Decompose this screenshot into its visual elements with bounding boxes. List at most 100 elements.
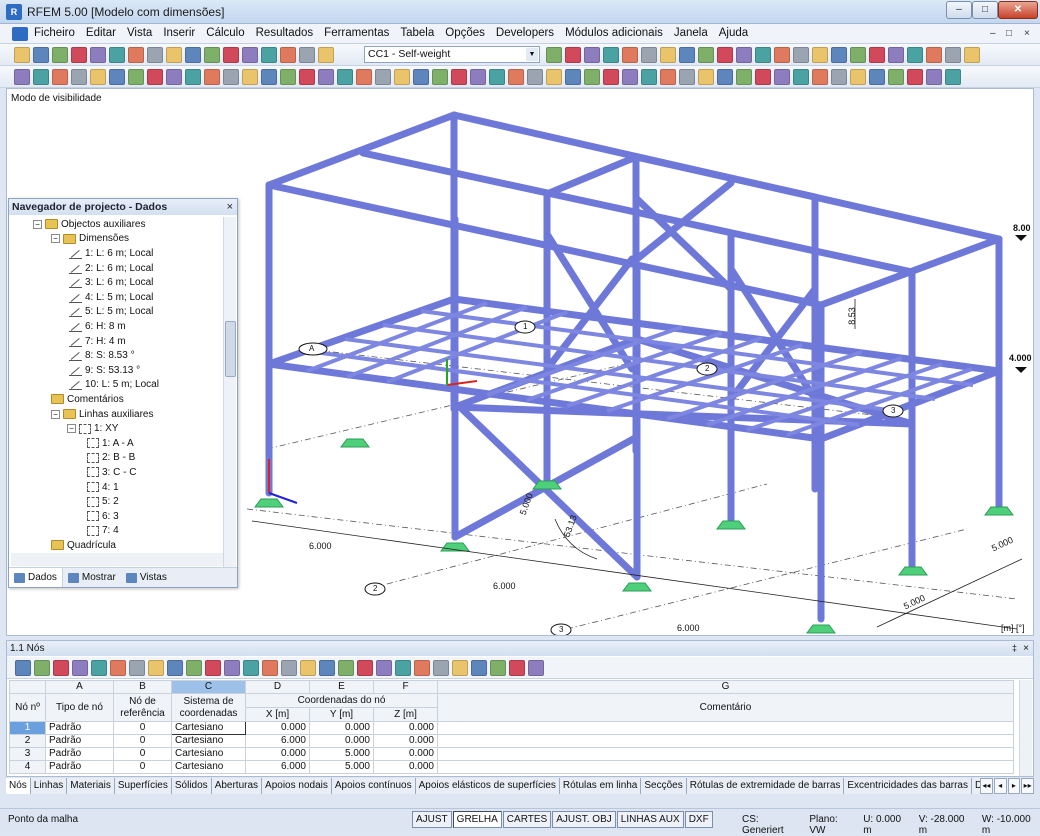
coordinate-system-cell[interactable]: Cartesiano [171,734,246,748]
row-number-cell[interactable]: 4 [9,760,46,774]
toolbar-tool-icon[interactable] [793,47,809,63]
chevron-down-icon[interactable]: ▼ [526,48,538,61]
table-row[interactable]: 2 Padrão 0 Cartesiano 6.000 0.000 0.000 [9,734,1014,748]
menu-item-12[interactable]: Ajuda [719,27,748,39]
toolbar-tool-icon[interactable] [204,69,220,85]
tree-item[interactable]: − Objectos auxiliares [33,217,145,232]
comment-cell[interactable] [437,734,1014,748]
first-sheet-button[interactable]: ◂◂ [980,778,993,794]
tab-mostrar[interactable]: Mostrar [63,568,121,587]
toolbar-tool-icon[interactable] [261,47,277,63]
toolbar-tool-icon[interactable] [812,47,828,63]
toolbar-tool-icon[interactable] [755,47,771,63]
toolbar-tool-icon[interactable] [338,660,354,676]
toolbar-tool-icon[interactable] [565,47,581,63]
toolbar-tool-icon[interactable] [433,660,449,676]
toolbar-tool-icon[interactable] [869,69,885,85]
reference-node-cell[interactable]: 0 [113,760,172,774]
toolbar-tool-icon[interactable] [52,47,68,63]
z-coordinate-cell[interactable]: 0.000 [373,734,438,748]
toolbar-tool-icon[interactable] [14,47,30,63]
toolbar-tool-icon[interactable] [243,660,259,676]
toolbar-tool-icon[interactable] [34,660,50,676]
toolbar-tool-icon[interactable] [185,69,201,85]
toolbar-tool-icon[interactable] [679,47,695,63]
x-coordinate-cell[interactable]: 0.000 [245,721,310,735]
toolbar-tool-icon[interactable] [15,660,31,676]
navigator-close-button[interactable]: × [227,199,233,215]
row-number-cell[interactable]: 2 [9,734,46,748]
toolbar-tool-icon[interactable] [223,69,239,85]
x-coordinate-cell[interactable]: 6.000 [245,734,310,748]
tree-item[interactable]: 7: H: 4 m [69,334,126,349]
toolbar-tool-icon[interactable] [641,47,657,63]
column-letter[interactable]: G [437,680,1014,694]
doc-minimize-button[interactable]: – [990,28,996,39]
tree-item[interactable]: Quadrícula [51,538,116,553]
toolbar-tool-icon[interactable] [90,47,106,63]
toolbar-tool-icon[interactable] [869,47,885,63]
collapse-icon[interactable]: − [67,424,76,434]
toolbar-tool-icon[interactable] [926,47,942,63]
toolbar-tool-icon[interactable] [603,47,619,63]
sheet-tab[interactable]: Secções [641,778,687,794]
toolbar-tool-icon[interactable] [508,69,524,85]
toolbar-tool-icon[interactable] [831,69,847,85]
toolbar-tool-icon[interactable] [584,69,600,85]
y-coordinate-cell[interactable]: 5.000 [309,747,374,761]
toolbar-tool-icon[interactable] [432,69,448,85]
tree-item[interactable]: − Dimensões [51,232,129,247]
toolbar-tool-icon[interactable] [698,47,714,63]
toolbar-tool-icon[interactable] [318,69,334,85]
toolbar-tool-icon[interactable] [72,660,88,676]
column-letter[interactable]: C [171,680,246,694]
tree-item[interactable]: 9: S: 53.13 ° [69,363,140,378]
toolbar-tool-icon[interactable] [888,47,904,63]
toolbar-tool-icon[interactable] [52,69,68,85]
menu-item-6[interactable]: Ferramentas [324,27,389,39]
toolbar-tool-icon[interactable] [109,69,125,85]
toolbar-tool-icon[interactable] [224,660,240,676]
toolbar-tool-icon[interactable] [528,660,544,676]
toolbar-tool-icon[interactable] [166,69,182,85]
toolbar-tool-icon[interactable] [565,69,581,85]
sheet-tab[interactable]: Superfícies [115,778,172,794]
tree-item[interactable]: 6: H: 8 m [69,319,126,334]
tree-item[interactable]: 10: L: 5 m; Local [69,378,159,393]
loadcase-select[interactable]: CC1 - Self-weight ▼ [364,46,540,63]
row-number-cell[interactable]: 3 [9,747,46,761]
toolbar-tool-icon[interactable] [262,660,278,676]
snap-mode-button[interactable]: GRELHA [452,811,502,828]
snap-mode-button[interactable]: DXF [684,811,713,828]
column-letter[interactable]: B [113,680,172,694]
x-coordinate-cell[interactable]: 0.000 [245,747,310,761]
toolbar-tool-icon[interactable] [907,69,923,85]
toolbar-tool-icon[interactable] [147,69,163,85]
menu-item-9[interactable]: Developers [496,27,554,39]
tree-item[interactable]: 7: 4 [87,524,119,539]
toolbar-tool-icon[interactable] [793,69,809,85]
doc-restore-button[interactable]: □ [1006,28,1012,39]
column-letter[interactable]: E [309,680,374,694]
toolbar-tool-icon[interactable] [945,47,961,63]
toolbar-tool-icon[interactable] [603,69,619,85]
toolbar-tool-icon[interactable] [850,47,866,63]
snap-mode-button[interactable]: AJUST [412,811,452,828]
toolbar-tool-icon[interactable] [109,47,125,63]
toolbar-tool-icon[interactable] [129,660,145,676]
toolbar-tool-icon[interactable] [128,47,144,63]
coordinate-system-cell[interactable]: Cartesiano [171,721,246,735]
tree-item[interactable]: 4: L: 5 m; Local [69,290,153,305]
toolbar-tool-icon[interactable] [774,47,790,63]
pin-icon[interactable]: ‡ [1012,641,1017,656]
toolbar-tool-icon[interactable] [319,660,335,676]
sheet-tab[interactable]: Nós [6,778,31,794]
column-letter[interactable]: A [45,680,114,694]
y-coordinate-cell[interactable]: 5.000 [309,760,374,774]
toolbar-tool-icon[interactable] [205,660,221,676]
toolbar-tool-icon[interactable] [907,47,923,63]
z-coordinate-cell[interactable]: 0.000 [373,721,438,735]
scrollbar-thumb[interactable] [225,321,236,377]
rfem-app-icon[interactable]: R [6,4,22,20]
comment-cell[interactable] [437,747,1014,761]
